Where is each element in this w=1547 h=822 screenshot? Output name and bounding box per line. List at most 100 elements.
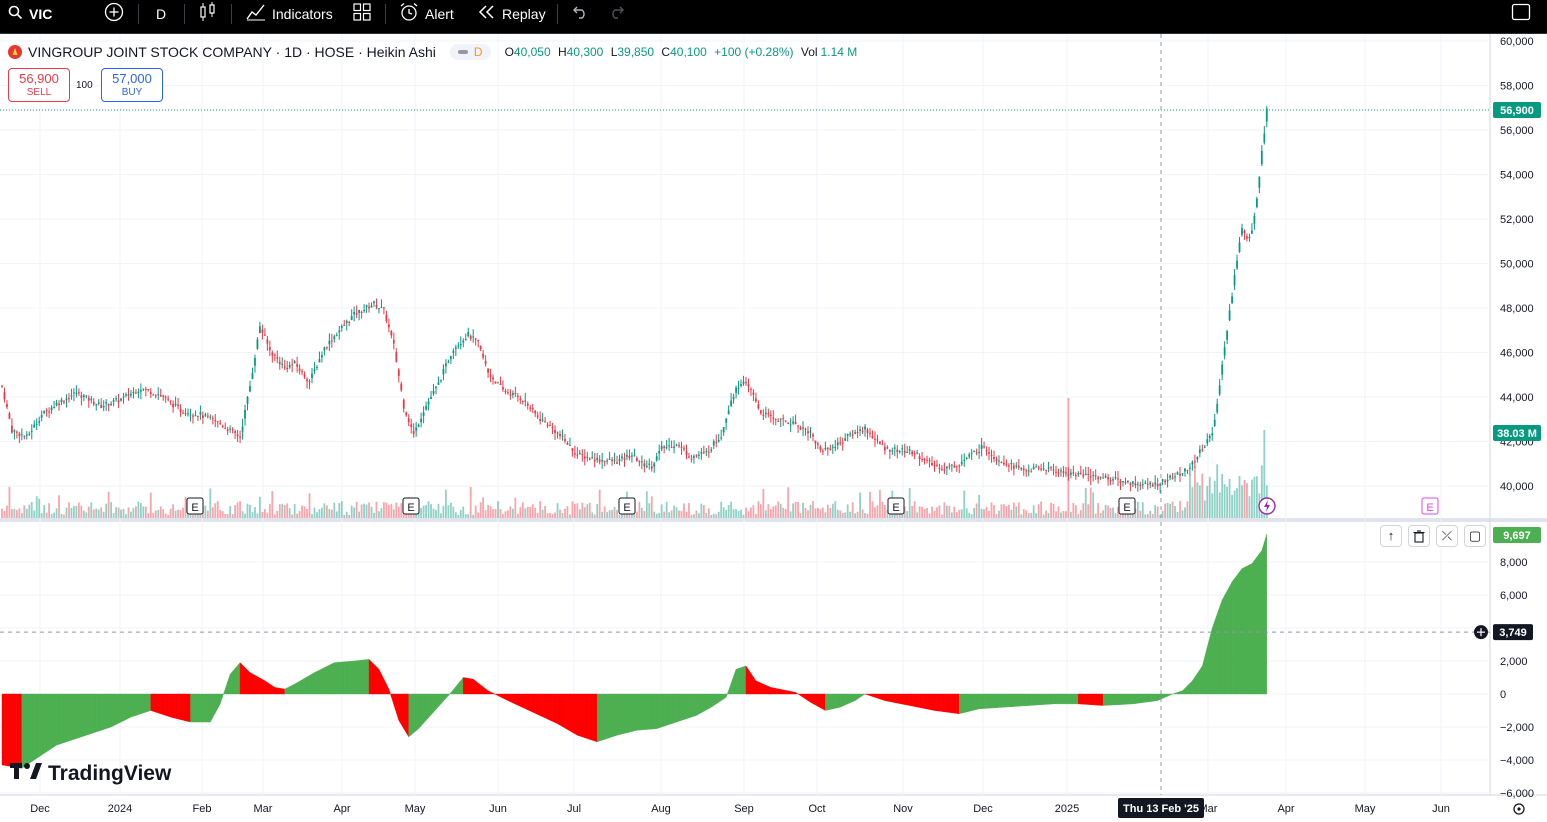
time-tick-label: 2025: [1055, 803, 1079, 815]
tradingview-logo[interactable]: TradingView: [10, 762, 171, 786]
oscillator-segment: [210, 693, 214, 723]
oscillator-tick-label: −2,000: [1500, 722, 1534, 734]
volume-bar: [985, 506, 988, 518]
candle-body: [973, 451, 976, 453]
candle-body: [313, 369, 316, 372]
candle-body: [593, 459, 596, 462]
candle-body: [762, 414, 765, 416]
oscillator-segment: [936, 693, 940, 712]
oscillator-segment: [247, 669, 251, 695]
candle-body: [95, 404, 98, 406]
volume-bar: [1092, 492, 1095, 518]
collapse-pane-button[interactable]: ⤫: [1436, 525, 1458, 547]
oscillator-tick-label: −6,000: [1500, 788, 1534, 800]
price-chart[interactable]: EEEEEE 40,00042,00044,00046,00048,00050,…: [0, 0, 1547, 822]
volume-bar: [551, 514, 554, 518]
volume-bar: [13, 508, 16, 518]
candle-body: [1233, 275, 1236, 286]
volume-bar: [177, 509, 179, 518]
volume-bar: [1151, 514, 1154, 518]
candle-body: [174, 403, 177, 406]
volume-bar: [1072, 503, 1075, 518]
quantity-value[interactable]: 100: [76, 80, 93, 91]
volume-bar: [846, 504, 849, 518]
sell-button[interactable]: 56,900 SELL: [8, 68, 70, 102]
candle-body: [1102, 477, 1105, 479]
volume-bar: [705, 512, 708, 518]
candle-body: [169, 400, 172, 402]
candle-body: [735, 387, 737, 393]
future-earnings-marker-label: E: [1426, 502, 1433, 514]
oscillator-segment: [309, 673, 313, 695]
oscillator-segment: [212, 693, 216, 718]
candle-body: [229, 428, 232, 430]
volume-bar: [1164, 503, 1167, 518]
oscillator-segment: [899, 693, 903, 705]
volume-bar: [670, 510, 673, 518]
candle-body: [1017, 465, 1020, 468]
candle-body: [836, 442, 839, 446]
candle-body: [1236, 260, 1238, 269]
oscillator-segment: [889, 693, 893, 703]
candle-body: [650, 466, 653, 469]
candle-body: [688, 456, 690, 458]
candle-body: [988, 452, 990, 454]
oscillator-segment: [892, 693, 895, 703]
delete-pane-button[interactable]: [1408, 525, 1430, 547]
volume-bar: [591, 512, 594, 518]
oscillator-segment: [180, 693, 184, 721]
legend-badge[interactable]: D: [449, 44, 491, 60]
volume-bar: [1251, 479, 1253, 518]
volume-bar: [360, 504, 363, 518]
oscillator-segment: [133, 693, 137, 717]
oscillator-segment: [341, 661, 345, 695]
volume-bar: [596, 504, 599, 518]
volume-bar: [1104, 504, 1107, 518]
volume-bar: [365, 504, 368, 518]
tv-logo-icon: [10, 762, 42, 786]
oscillator-segment: [738, 667, 742, 695]
candle-body: [3, 392, 6, 400]
volume-bar: [814, 508, 817, 518]
maximize-pane-button[interactable]: ▢: [1464, 525, 1486, 547]
candle-body: [648, 463, 651, 465]
candle-body: [980, 445, 983, 449]
volume-bar: [573, 503, 576, 518]
candle-body: [730, 400, 733, 406]
volume-bar: [1216, 464, 1219, 518]
oscillator-segment: [182, 693, 186, 722]
volume-bar: [1037, 504, 1040, 518]
oscillator-segment: [6, 693, 10, 767]
oscillator-segment: [874, 693, 878, 699]
symbol-title[interactable]: VINGROUP JOINT STOCK COMPANY · 1D · HOSE…: [28, 44, 436, 60]
volume-bar: [526, 506, 529, 518]
move-pane-up-button[interactable]: ↑: [1380, 525, 1402, 547]
candle-body: [216, 421, 219, 423]
candle-body: [638, 461, 641, 463]
buy-button[interactable]: 57,000 BUY: [101, 68, 163, 102]
oscillator-segment: [21, 693, 25, 769]
volume-bar: [829, 508, 832, 518]
volume-bar: [216, 501, 219, 518]
oscillator-segment: [1105, 693, 1109, 706]
candle-body: [1196, 456, 1199, 460]
volume-bar: [58, 495, 60, 518]
candle-body: [1181, 473, 1184, 475]
oscillator-segment: [1016, 693, 1019, 707]
oscillator-segment: [976, 693, 980, 710]
volume-bar: [25, 508, 28, 518]
candle-body: [623, 458, 626, 460]
candle-body: [1020, 467, 1023, 469]
oscillator-segment: [651, 693, 655, 730]
oscillator-segment: [830, 693, 833, 710]
candle-body: [1241, 227, 1243, 235]
oscillator-segment: [577, 693, 581, 737]
candle-body: [514, 392, 517, 395]
candle-body: [405, 412, 408, 416]
candle-body: [965, 458, 968, 460]
oscillator-segment: [1137, 693, 1141, 704]
volume-bar: [1206, 485, 1209, 518]
time-tick-label: Jun: [1432, 803, 1450, 815]
candle-body: [97, 402, 100, 404]
oscillator-segment: [81, 693, 85, 738]
